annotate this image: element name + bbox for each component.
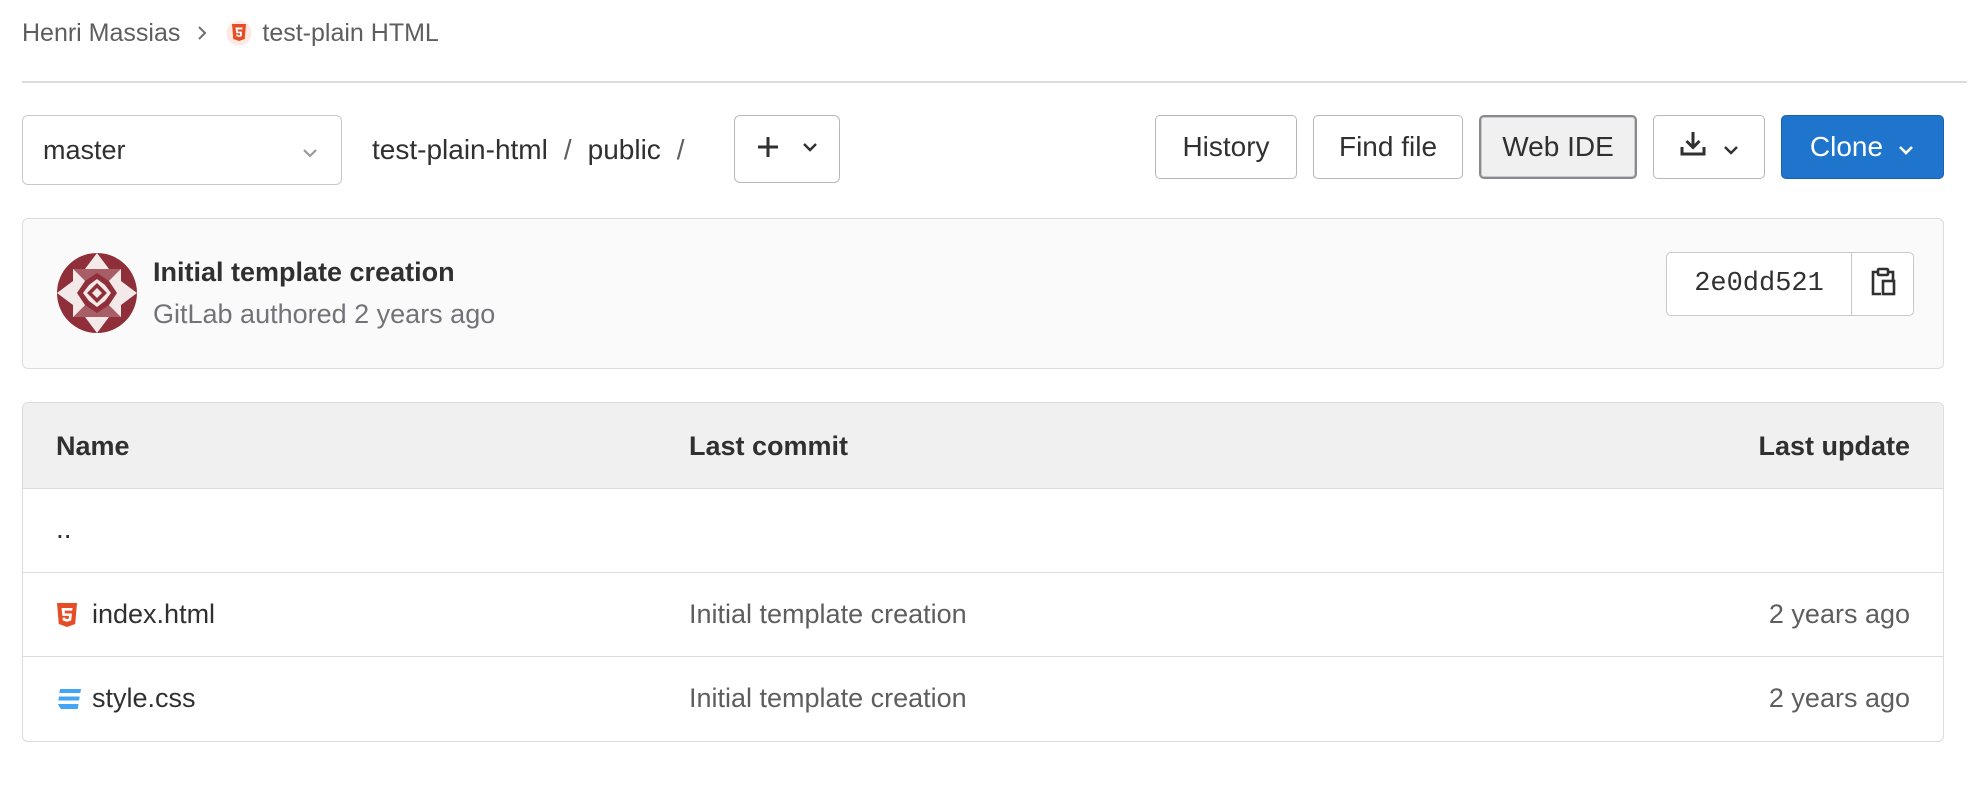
column-header-last-commit: Last commit bbox=[689, 431, 849, 461]
file-tree-table: Name Last commit Last update .. index.ht… bbox=[22, 402, 1944, 742]
column-header-last-update: Last update bbox=[1758, 431, 1910, 461]
clone-button[interactable]: Clone bbox=[1781, 115, 1944, 179]
path-segment-public[interactable]: public bbox=[588, 134, 661, 166]
html5-icon bbox=[56, 602, 82, 628]
chevron-down-icon bbox=[1897, 131, 1915, 163]
copy-sha-button[interactable] bbox=[1851, 252, 1914, 316]
table-header: Name Last commit Last update bbox=[23, 403, 1943, 489]
add-to-tree-dropdown[interactable] bbox=[734, 115, 840, 183]
breadcrumb: Henri Massias test-plain HTML bbox=[22, 16, 439, 50]
clipboard-icon bbox=[1869, 266, 1897, 303]
last-commit-link[interactable]: Initial template creation bbox=[689, 599, 967, 630]
commit-title-link[interactable]: Initial template creation bbox=[153, 257, 455, 288]
chevron-right-icon bbox=[196, 25, 208, 41]
file-path-breadcrumb: test-plain-html / public / bbox=[372, 120, 701, 180]
chevron-down-icon bbox=[301, 135, 319, 166]
path-separator: / bbox=[563, 134, 572, 165]
chevron-down-icon bbox=[1722, 131, 1740, 163]
file-name-cell: style.css bbox=[56, 683, 196, 714]
last-commit-panel: Initial template creation GitLab authore… bbox=[22, 218, 1944, 369]
commit-author-meta: GitLab authored 2 years ago bbox=[153, 299, 496, 329]
file-name-link[interactable]: style.css bbox=[92, 683, 196, 714]
chevron-down-icon bbox=[801, 140, 819, 158]
parent-directory-link[interactable]: .. bbox=[56, 513, 72, 545]
last-commit-link[interactable]: Initial template creation bbox=[689, 683, 967, 714]
html5-icon bbox=[226, 19, 252, 47]
commit-sha-group: 2e0dd521 bbox=[1666, 252, 1914, 316]
web-ide-button[interactable]: Web IDE bbox=[1479, 115, 1637, 179]
breadcrumb-owner-link[interactable]: Henri Massias bbox=[22, 19, 180, 48]
plus-icon bbox=[755, 134, 781, 165]
table-row-parent-directory[interactable]: .. bbox=[23, 489, 1943, 573]
repository-page: Henri Massias test-plain HTML master tes… bbox=[0, 0, 1988, 790]
download-icon bbox=[1678, 129, 1708, 166]
path-separator: / bbox=[676, 134, 685, 165]
download-button[interactable] bbox=[1653, 115, 1765, 179]
breadcrumb-project-link[interactable]: test-plain HTML bbox=[262, 19, 438, 48]
column-header-name: Name bbox=[56, 431, 130, 461]
last-update-time: 2 years ago bbox=[1768, 599, 1910, 629]
path-segment-root[interactable]: test-plain-html bbox=[372, 134, 548, 166]
find-file-button[interactable]: Find file bbox=[1313, 115, 1463, 179]
commit-sha-link[interactable]: 2e0dd521 bbox=[1666, 252, 1851, 316]
header-divider bbox=[22, 81, 1967, 83]
branch-selector[interactable]: master bbox=[22, 115, 342, 185]
file-name-link[interactable]: index.html bbox=[92, 599, 215, 630]
avatar[interactable] bbox=[57, 253, 137, 333]
last-update-time: 2 years ago bbox=[1768, 683, 1910, 713]
table-row[interactable]: index.html Initial template creation 2 y… bbox=[23, 573, 1943, 657]
history-button[interactable]: History bbox=[1155, 115, 1297, 179]
css3-icon bbox=[56, 687, 82, 711]
file-name-cell: index.html bbox=[56, 599, 215, 630]
clone-label: Clone bbox=[1809, 131, 1884, 162]
branch-name: master bbox=[43, 134, 126, 165]
table-row[interactable]: style.css Initial template creation 2 ye… bbox=[23, 657, 1943, 741]
